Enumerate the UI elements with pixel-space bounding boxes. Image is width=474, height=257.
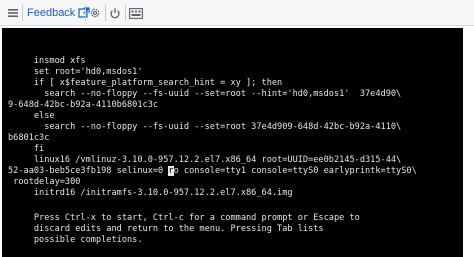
- toolbar-divider: [22, 5, 23, 21]
- page-margin: [463, 28, 474, 257]
- console-line: insmod xfs: [8, 56, 86, 66]
- console-toolbar: Feedback: [0, 0, 474, 26]
- console-line: search --no-floppy --fs-uuid --set=root …: [8, 122, 402, 132]
- console-line: search --no-floppy --fs-uuid --set=root …: [8, 89, 402, 99]
- console-line: 9-648d-42bc-b92a-4110b6801c3c: [8, 100, 159, 110]
- console-line: b6801c3c: [8, 133, 50, 143]
- console-line: discard edits and return to the menu. Pr…: [8, 224, 324, 234]
- console-line: linux16 /vmlinuz-3.10.0-957.12.2.el7.x86…: [8, 155, 402, 165]
- console-line-with-cursor: 52-aa03-beb5ce3fb198 selinux=0 ro consol…: [8, 166, 417, 177]
- menu-icon[interactable]: [6, 3, 20, 23]
- feedback-label: Feedback: [27, 7, 76, 19]
- console-line: else: [8, 111, 55, 121]
- gear-icon[interactable]: [88, 3, 102, 23]
- feedback-link[interactable]: Feedback: [27, 3, 90, 23]
- toolbar-divider: [125, 5, 126, 21]
- toolbar-divider: [105, 5, 106, 21]
- keyboard-icon[interactable]: [128, 3, 144, 23]
- power-icon[interactable]: [108, 3, 122, 23]
- console-text: 52-aa03-beb5ce3fb198 selinux=0: [8, 166, 169, 176]
- console-text: o console=tty1 console=ttyS0 earlyprintk…: [173, 166, 417, 176]
- console-line: fi: [8, 144, 45, 154]
- console-line: set root='hd0,msdos1': [8, 67, 143, 77]
- console-line: if [ x$feature_platform_search_hint = xy…: [8, 78, 283, 88]
- toolbar-divider: [85, 5, 86, 21]
- console-text: rootdelay=300: [13, 177, 81, 187]
- console-line: initrd16 /initramfs-3.10.0-957.12.2.el7.…: [8, 188, 293, 198]
- console-line: possible completions.: [8, 235, 143, 245]
- serial-console-screen[interactable]: insmod xfs set root='hd0,msdos1' if [ x$…: [2, 28, 463, 257]
- console-line: rootdelay=300: [8, 177, 80, 188]
- console-line: Press Ctrl-x to start, Ctrl-c for a comm…: [8, 213, 360, 223]
